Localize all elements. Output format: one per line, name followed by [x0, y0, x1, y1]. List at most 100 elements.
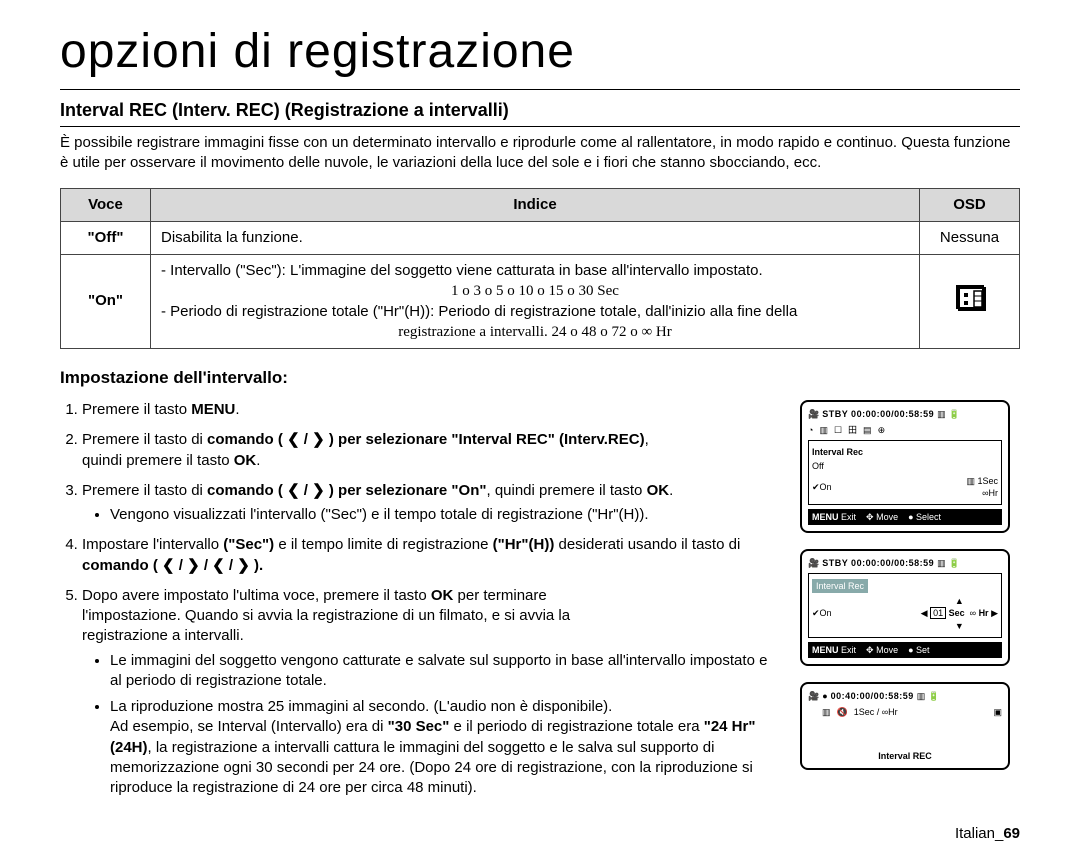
lcd-preview-3: 🎥 ● 00:40:00/00:58:59 ▥ 🔋 ▥ 🔇 1Sec / ∞Hr… — [800, 682, 1010, 770]
text: Premere il tasto di — [82, 482, 207, 499]
battery-icon: 🔋 — [928, 690, 939, 702]
exit-label: Exit — [841, 512, 856, 522]
on-line1-vals: 1 ο 3 ο 5 ο 10 ο 15 ο 30 Sec — [161, 281, 909, 301]
text: registrazione a intervalli. — [82, 627, 244, 644]
text: quindi premere il tasto — [82, 452, 234, 469]
interval-icon: ▥ — [822, 706, 831, 718]
th-indice: Indice — [151, 188, 920, 221]
text: , quindi premere il tasto — [486, 482, 646, 499]
text-bold: MENU — [191, 401, 235, 418]
step3-bullet: Vengono visualizzati l'intervallo ("Sec"… — [110, 505, 780, 525]
card-icon: ▥ — [917, 690, 926, 702]
mute-icon: 🔇 — [837, 706, 848, 718]
on-line2-cont: registrazione a intervalli. 24 ο 48 ο 72… — [161, 322, 909, 342]
battery-icon: 🔋 — [949, 408, 960, 420]
text: , la registrazione a intervalli cattura … — [110, 739, 753, 797]
text: La riproduzione mostra 25 immagini al se… — [110, 698, 612, 715]
text-bold: OK — [647, 482, 670, 499]
camera-icon: 🎥 — [808, 690, 819, 702]
cell-osd-off: Nessuna — [920, 221, 1020, 254]
lcd-preview-2: 🎥 STBY 00:00:00/00:58:59 ▥ 🔋 Interval Re… — [800, 549, 1010, 666]
text-bold: OK — [431, 587, 454, 604]
step-3: Premere il tasto di comando ( ❮ / ❯ ) pe… — [82, 481, 780, 526]
hr-label: Hr — [979, 608, 989, 618]
exit-label: Exit — [841, 645, 856, 655]
menu-box: Interval Rec ✔On ▲ ◀ 01 Sec ∞ Hr ▶ ▼ — [808, 573, 1002, 638]
text: ( ❮ / ❯ ) per selezionare — [274, 431, 452, 448]
text: per terminare — [453, 587, 546, 604]
menu-on: On — [820, 482, 832, 492]
mode-icon: 田 — [848, 424, 857, 436]
text: , — [645, 431, 649, 448]
text: ( ❮ / ❯ ) per selezionare — [274, 482, 452, 499]
mode-icon: ☐ — [834, 424, 842, 436]
step5-bullet1: Le immagini del soggetto vengono cattura… — [110, 651, 780, 692]
status-text: STBY 00:00:00/00:58:59 — [822, 408, 934, 420]
th-osd: OSD — [920, 188, 1020, 221]
nav-arrows: ▲ ◀ 01 Sec ∞ Hr ▶ ▼ — [921, 595, 998, 631]
move-label: Move — [876, 645, 898, 655]
bottom-bar: MENU Exit ✥ Move ● Select — [808, 509, 1002, 525]
options-table: Voce Indice OSD "Off" Disabilita la funz… — [60, 188, 1020, 350]
page-footer: Italian_69 — [955, 824, 1020, 844]
text-bold: "On" — [451, 482, 486, 499]
text-bold: comando — [207, 431, 274, 448]
step-5: Dopo avere impostato l'ultima voce, prem… — [82, 586, 780, 799]
text: e il tempo limite di registrazione — [274, 536, 492, 553]
card-icon: ▥ — [937, 408, 946, 420]
cell-indice-off: Disabilita la funzione. — [151, 221, 920, 254]
interval-sub: 1Sec / ∞Hr — [854, 706, 898, 718]
section-heading: Interval REC (Interv. REC) (Registrazion… — [60, 98, 1020, 127]
footer-page: 69 — [1003, 825, 1020, 842]
menu-box: Interval Rec Off ✔On ▥ 1Sec ∞Hr — [808, 440, 1002, 505]
interval-rec-label: Interval REC — [808, 750, 1002, 762]
sec-value: 01 — [930, 607, 946, 619]
text-bold: comando — [207, 482, 274, 499]
cell-osd-on — [920, 255, 1020, 349]
status-text: STBY 00:00:00/00:58:59 — [822, 557, 934, 569]
table-row: "Off" Disabilita la funzione. Nessuna — [61, 221, 1020, 254]
hr-value: ∞ — [970, 608, 976, 618]
text: l'impostazione. Quando si avvia la regis… — [82, 607, 570, 624]
table-row: "On" - Intervallo ("Sec"): L'immagine de… — [61, 255, 1020, 349]
menu-label: MENU — [812, 512, 839, 522]
menu-off: Off — [812, 460, 824, 472]
camera-icon: 🎥 — [808, 557, 819, 569]
menu-title: Interval Rec — [812, 446, 863, 458]
text: Ad esempio, se Interval (Intervallo) era… — [110, 718, 388, 735]
footer-lang: Italian — [955, 825, 995, 842]
menu-label: MENU — [812, 645, 839, 655]
th-voce: Voce — [61, 188, 151, 221]
text-bold: comando — [82, 557, 149, 574]
set-label: Set — [916, 645, 930, 655]
step-1: Premere il tasto MENU. — [82, 400, 780, 420]
text-bold: ("Sec") — [223, 536, 274, 553]
card-icon: ▥ — [937, 557, 946, 569]
select-label: Select — [916, 512, 941, 522]
step-2: Premere il tasto di comando ( ❮ / ❯ ) pe… — [82, 430, 780, 471]
step5-bullet2: La riproduzione mostra 25 immagini al se… — [110, 697, 780, 798]
mode-icon: ◔ — [808, 424, 813, 436]
hr-val: ∞Hr — [982, 488, 998, 498]
interval-rec-icon — [956, 285, 984, 309]
cell-indice-on: - Intervallo ("Sec"): L'immagine del sog… — [151, 255, 920, 349]
on-line2: - Periodo di registrazione totale ("Hr"(… — [161, 302, 909, 322]
af-icon: ▣ — [993, 706, 1002, 718]
text-bold: "30 Sec" — [388, 718, 450, 735]
text: Impostare l'intervallo — [82, 536, 223, 553]
text-bold: ("Hr"(H)) — [493, 536, 555, 553]
sec-val: 1Sec — [977, 476, 998, 486]
mode-icon: ⊕ — [878, 424, 886, 436]
text: Dopo avere impostato l'ultima voce, prem… — [82, 587, 431, 604]
text: . — [235, 401, 239, 418]
bottom-bar: MENU Exit ✥ Move ● Set — [808, 642, 1002, 658]
text: Premere il tasto di — [82, 431, 207, 448]
status-text: 00:40:00/00:58:59 — [831, 690, 914, 702]
menu-on: On — [820, 608, 832, 618]
mode-icon: ▤ — [863, 424, 872, 436]
move-label: Move — [876, 512, 898, 522]
text-bold: "Interval REC" (Interv.REC) — [451, 431, 644, 448]
text: . — [256, 452, 260, 469]
text: Premere il tasto — [82, 401, 191, 418]
text: . — [669, 482, 673, 499]
